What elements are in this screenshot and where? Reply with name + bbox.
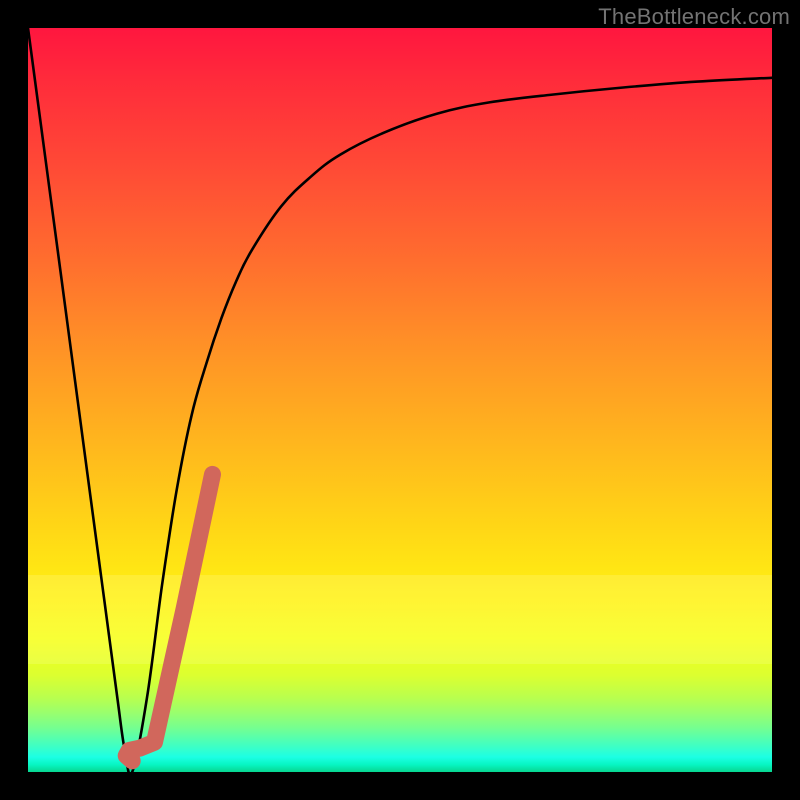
plot-area	[28, 28, 772, 772]
watermark-text: TheBottleneck.com	[598, 4, 790, 30]
chart-svg	[28, 28, 772, 772]
bottleneck-curve	[28, 28, 772, 772]
marker-segment	[126, 474, 212, 760]
chart-frame: TheBottleneck.com	[0, 0, 800, 800]
